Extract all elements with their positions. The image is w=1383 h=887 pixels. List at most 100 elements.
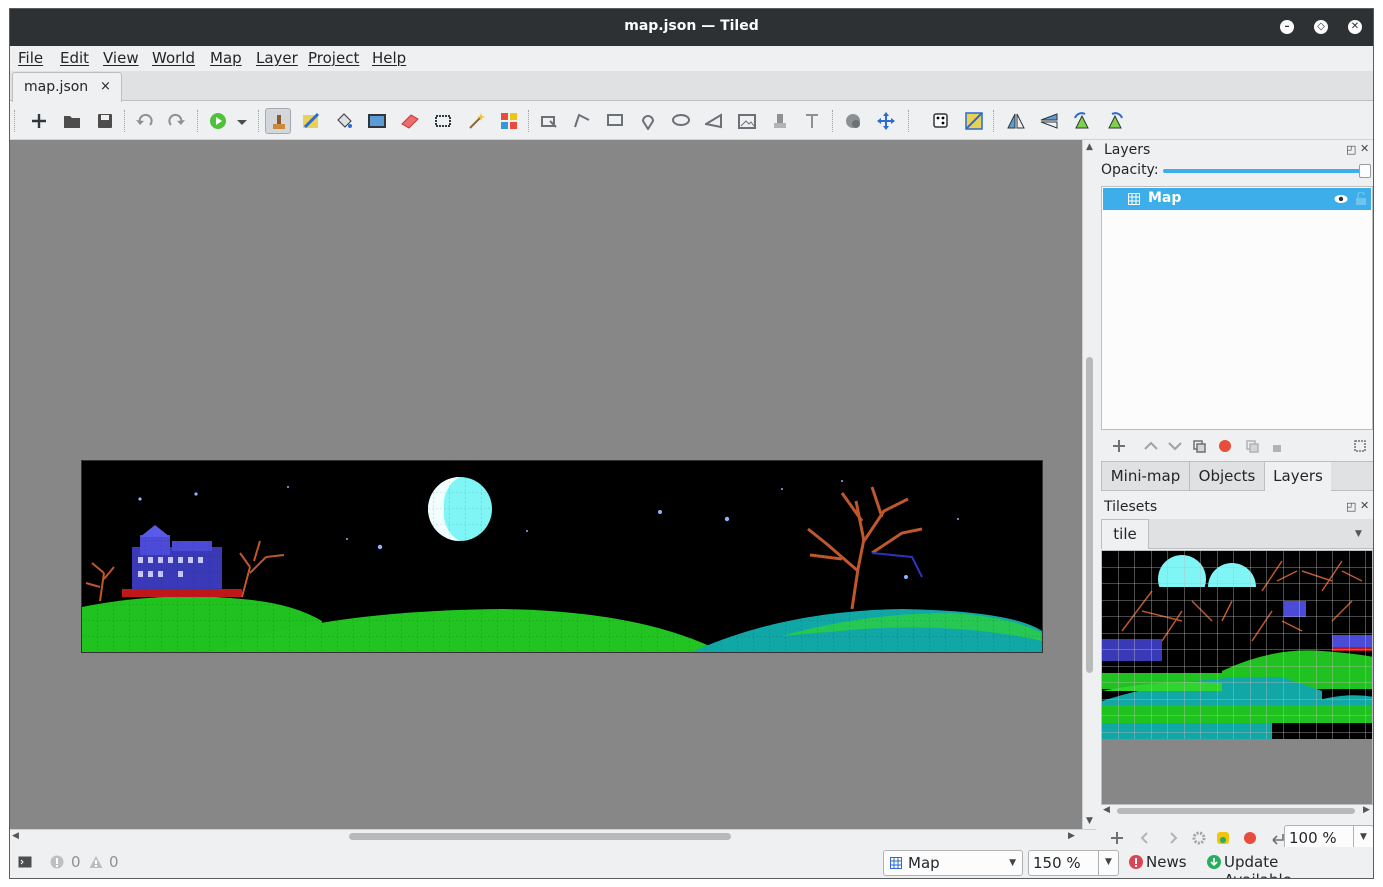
next-tileset-button[interactable] [1165,828,1179,846]
insert-ellipse-icon[interactable] [668,108,694,134]
new-icon[interactable] [26,108,52,134]
insert-text-icon[interactable] [800,108,826,134]
canvas-horizontal-scroll-thumb[interactable] [349,833,731,840]
console-icon[interactable] [18,856,32,868]
chevron-down-icon[interactable]: ▼ [1098,851,1118,875]
eraser-icon[interactable] [397,108,423,134]
previous-tileset-button[interactable] [1141,828,1155,846]
scroll-left-icon[interactable]: ◀ [12,831,19,841]
bucket-fill-icon[interactable] [331,108,357,134]
error-icon[interactable] [50,855,64,869]
shape-fill-icon[interactable] [364,108,390,134]
news-button[interactable]: News [1129,853,1193,873]
app-window: map.json — Tiled – ◇ ✕ File Edit View Wo… [9,8,1374,879]
opacity-slider[interactable] [1163,169,1367,173]
add-layer-button[interactable] [1109,436,1123,452]
tileset-tab-tile[interactable]: tile [1101,519,1149,549]
dynamic-wrapping-button[interactable] [1265,828,1281,846]
map-view[interactable] [81,460,1043,653]
close-panel-icon[interactable]: ✕ [1360,499,1369,512]
edit-polygons-icon[interactable] [569,108,595,134]
tab-mini-map[interactable]: Mini-map [1101,461,1190,491]
run-icon[interactable] [205,108,231,134]
document-tab-map-json[interactable]: map.json × [12,72,122,102]
remove-layer-button[interactable] [1217,436,1231,452]
canvas-vertical-scrollbar[interactable]: ▲ ▼ [1082,140,1096,829]
menu-layer[interactable]: Layer [256,49,298,67]
save-icon[interactable] [92,108,118,134]
flip-vertical-icon[interactable] [1036,108,1062,134]
tab-layers[interactable]: Layers [1264,461,1332,491]
select-objects-icon[interactable] [536,108,562,134]
terrain-brush-icon[interactable] [298,108,324,134]
current-layer-combo[interactable]: Map ▼ [883,850,1023,876]
new-tileset-button[interactable] [1109,828,1125,846]
insert-template-icon[interactable] [767,108,793,134]
tileset-properties-button[interactable] [1191,828,1205,846]
menu-help[interactable]: Help [372,49,406,67]
rotate-left-icon[interactable] [1069,108,1095,134]
wang-fill-icon[interactable] [961,108,987,134]
worlds-tool-icon[interactable] [840,108,866,134]
scroll-down-icon[interactable]: ▼ [1086,816,1093,826]
tileset-tab-strip: ▼ [1149,519,1373,549]
stamp-brush-icon[interactable] [265,108,291,134]
flip-horizontal-icon[interactable] [1003,108,1029,134]
open-icon[interactable] [59,108,85,134]
menu-map[interactable]: Map [210,49,242,67]
news-label: News [1146,853,1187,871]
insert-point-icon[interactable] [635,108,661,134]
scroll-up-icon[interactable]: ▲ [1086,142,1093,152]
undo-icon[interactable] [131,108,157,134]
map-canvas[interactable] [10,140,1082,829]
scroll-right-icon[interactable]: ▶ [1068,831,1075,841]
tileset-list-dropdown-icon[interactable]: ▼ [1355,529,1362,539]
title-bar: map.json — Tiled – ◇ ✕ [10,9,1373,46]
opacity-slider-handle[interactable] [1359,164,1371,178]
move-icon[interactable] [873,108,899,134]
duplicate-layer-button[interactable] [1193,436,1207,452]
eye-icon[interactable] [1334,194,1348,204]
menu-edit[interactable]: Edit [60,49,89,67]
minimize-button[interactable]: – [1280,20,1294,34]
insert-polygon-icon[interactable] [701,108,727,134]
edit-tileset-button[interactable] [1215,828,1229,846]
close-window-button[interactable]: ✕ [1348,20,1362,34]
update-available-button[interactable]: Update Available [1207,853,1347,878]
map-zoom-combo[interactable]: 150 % ▼ [1028,850,1119,876]
lock-icon[interactable] [1355,192,1367,206]
rect-select-icon[interactable] [430,108,456,134]
magic-wand-icon[interactable] [463,108,489,134]
canvas-horizontal-scrollbar[interactable]: ◀ ▶ [10,829,1096,843]
toolbar-separator [832,110,834,132]
remove-tileset-button[interactable] [1242,828,1256,846]
menu-view[interactable]: View [103,49,139,67]
tileset-horizontal-scrollbar[interactable]: ◀ ▶ [1101,805,1373,817]
float-panel-icon[interactable]: ◰ [1346,500,1356,513]
menu-world[interactable]: World [152,49,195,67]
scroll-right-icon[interactable]: ▶ [1363,805,1370,815]
insert-tile-icon[interactable] [734,108,760,134]
select-same-tile-icon[interactable] [496,108,522,134]
warning-icon[interactable] [89,855,103,869]
redo-icon[interactable] [164,108,190,134]
menu-file[interactable]: File [18,49,43,67]
close-tab-icon[interactable]: × [100,79,111,94]
canvas-vertical-scroll-thumb[interactable] [1086,357,1093,673]
scroll-left-icon[interactable]: ◀ [1103,805,1110,815]
run-dropdown-icon[interactable] [229,108,255,134]
chevron-down-icon[interactable]: ▼ [1009,858,1016,868]
rotate-right-icon[interactable] [1102,108,1128,134]
lower-layer-button[interactable] [1167,436,1181,452]
menu-project[interactable]: Project [308,49,359,67]
raise-layer-button[interactable] [1143,436,1157,452]
tileset-scroll-thumb[interactable] [1117,808,1355,814]
tileset-view[interactable] [1101,550,1373,805]
float-panel-icon[interactable]: ◰ [1346,143,1356,156]
insert-rectangle-icon[interactable] [602,108,628,134]
maximize-button[interactable]: ◇ [1314,20,1328,34]
close-panel-icon[interactable]: ✕ [1360,142,1369,155]
tab-objects[interactable]: Objects [1189,461,1265,491]
random-mode-icon[interactable] [928,108,954,134]
layer-row-map[interactable]: Map [1103,188,1371,210]
